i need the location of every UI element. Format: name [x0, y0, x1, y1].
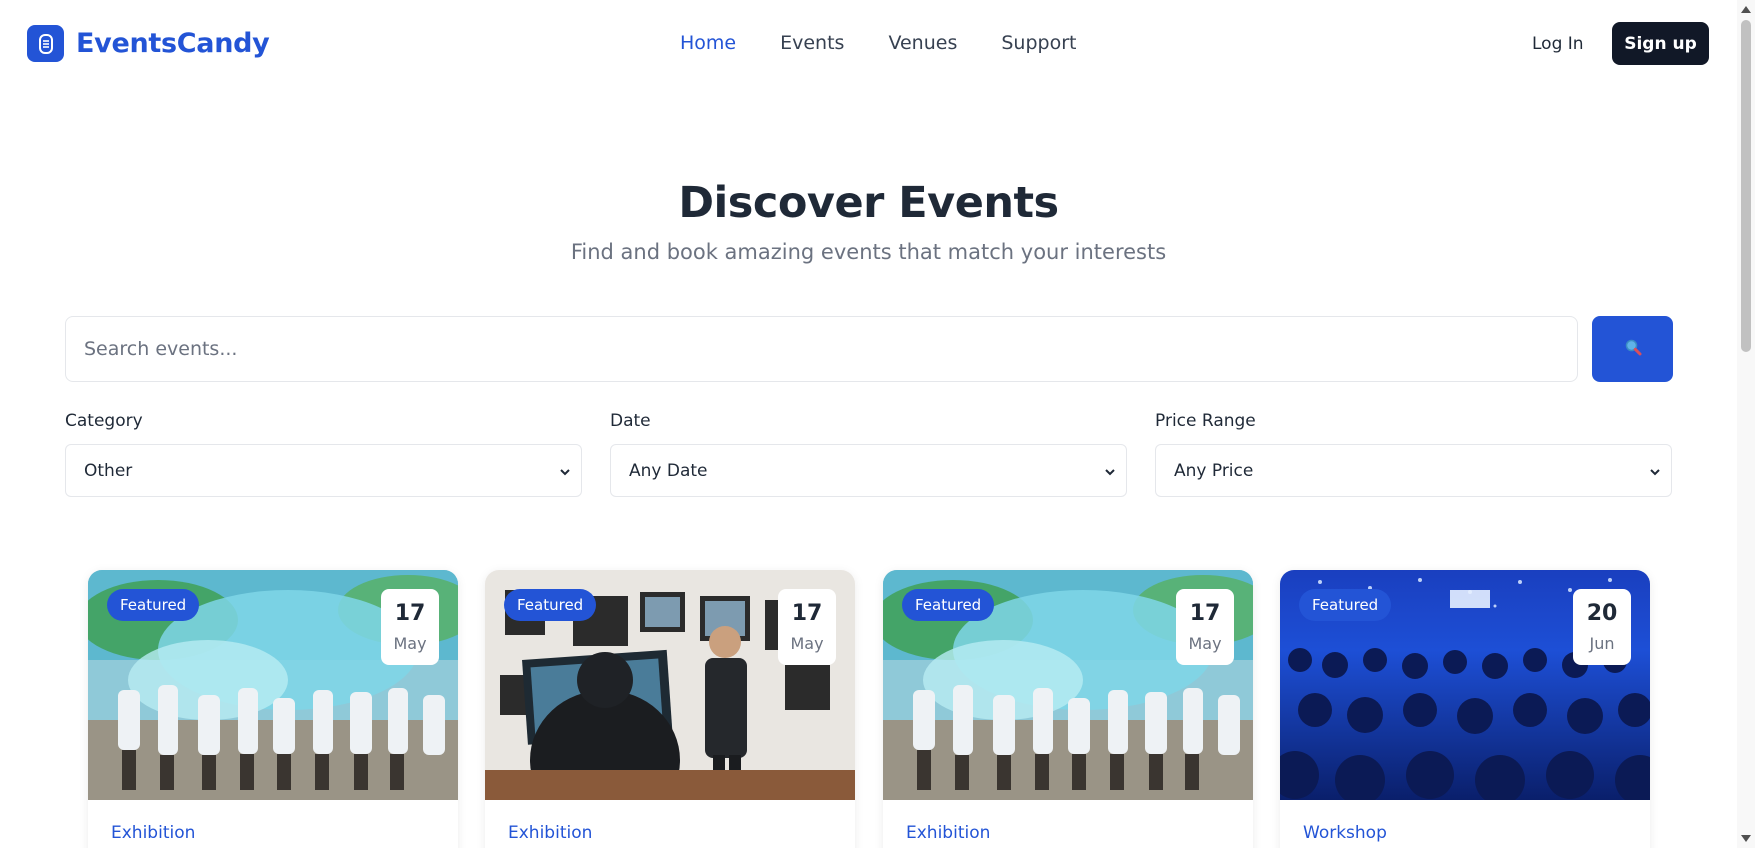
nav-home[interactable]: Home: [680, 32, 736, 54]
search-input[interactable]: [65, 316, 1578, 382]
candy-icon: [27, 25, 64, 62]
event-day: 17: [394, 601, 426, 626]
event-card[interactable]: Featured 17 May Exhibition: [485, 570, 855, 848]
page-subtitle: Find and book amazing events that match …: [570, 240, 1167, 264]
price-label: Price Range: [1155, 411, 1256, 431]
main-nav: Home Events Venues Support: [680, 32, 1120, 54]
signup-button[interactable]: Sign up: [1612, 22, 1709, 65]
featured-badge: Featured: [504, 589, 597, 621]
event-month: Jun: [1589, 634, 1615, 654]
event-category[interactable]: Workshop: [1303, 823, 1387, 843]
scroll-up-icon[interactable]: [1741, 6, 1751, 13]
chevron-down-icon: [1649, 461, 1661, 481]
price-select[interactable]: Any Price: [1155, 444, 1672, 497]
featured-badge: Featured: [1299, 589, 1392, 621]
event-date: 20 Jun: [1573, 589, 1631, 665]
event-month: May: [393, 634, 427, 654]
event-category[interactable]: Exhibition: [906, 823, 990, 843]
date-select[interactable]: Any Date: [610, 444, 1127, 497]
event-category[interactable]: Exhibition: [111, 823, 195, 843]
event-date: 17 May: [381, 589, 439, 665]
nav-support[interactable]: Support: [1001, 32, 1076, 54]
chevron-down-icon: [559, 461, 571, 481]
category-filter: Category Other: [65, 411, 582, 497]
event-day: 17: [1189, 601, 1221, 626]
featured-badge: Featured: [902, 589, 995, 621]
category-value: Other: [84, 460, 133, 481]
nav-venues[interactable]: Venues: [888, 32, 957, 54]
date-label: Date: [610, 411, 651, 431]
brand-name: EventsCandy: [76, 28, 270, 59]
chevron-down-icon: [1104, 461, 1116, 481]
event-day: 17: [791, 601, 823, 626]
category-select[interactable]: Other: [65, 444, 582, 497]
page-title: Discover Events: [678, 178, 1059, 228]
event-date: 17 May: [1176, 589, 1234, 665]
scrollbar-thumb[interactable]: [1741, 20, 1751, 352]
date-filter: Date Any Date: [610, 411, 1127, 497]
page-scrollbar[interactable]: [1737, 0, 1755, 848]
brand-logo[interactable]: EventsCandy: [27, 25, 270, 62]
event-card[interactable]: Featured 17 May Exhibition: [883, 570, 1253, 848]
nav-events[interactable]: Events: [780, 32, 844, 54]
event-card[interactable]: Featured 20 Jun Workshop: [1280, 570, 1650, 848]
event-month: May: [790, 634, 824, 654]
price-filter: Price Range Any Price: [1155, 411, 1672, 497]
scroll-down-icon[interactable]: [1741, 835, 1751, 842]
event-month: May: [1188, 634, 1222, 654]
site-header: EventsCandy Home Events Venues Support L…: [0, 0, 1737, 88]
event-card[interactable]: Featured 17 May Exhibition: [88, 570, 458, 848]
search-icon: [1624, 338, 1642, 360]
category-label: Category: [65, 411, 143, 431]
login-link[interactable]: Log In: [1532, 34, 1584, 54]
search-button[interactable]: [1592, 316, 1673, 382]
event-date: 17 May: [778, 589, 836, 665]
price-value: Any Price: [1174, 460, 1254, 481]
featured-badge: Featured: [107, 589, 200, 621]
event-day: 20: [1586, 601, 1618, 626]
event-category[interactable]: Exhibition: [508, 823, 592, 843]
date-value: Any Date: [629, 460, 708, 481]
